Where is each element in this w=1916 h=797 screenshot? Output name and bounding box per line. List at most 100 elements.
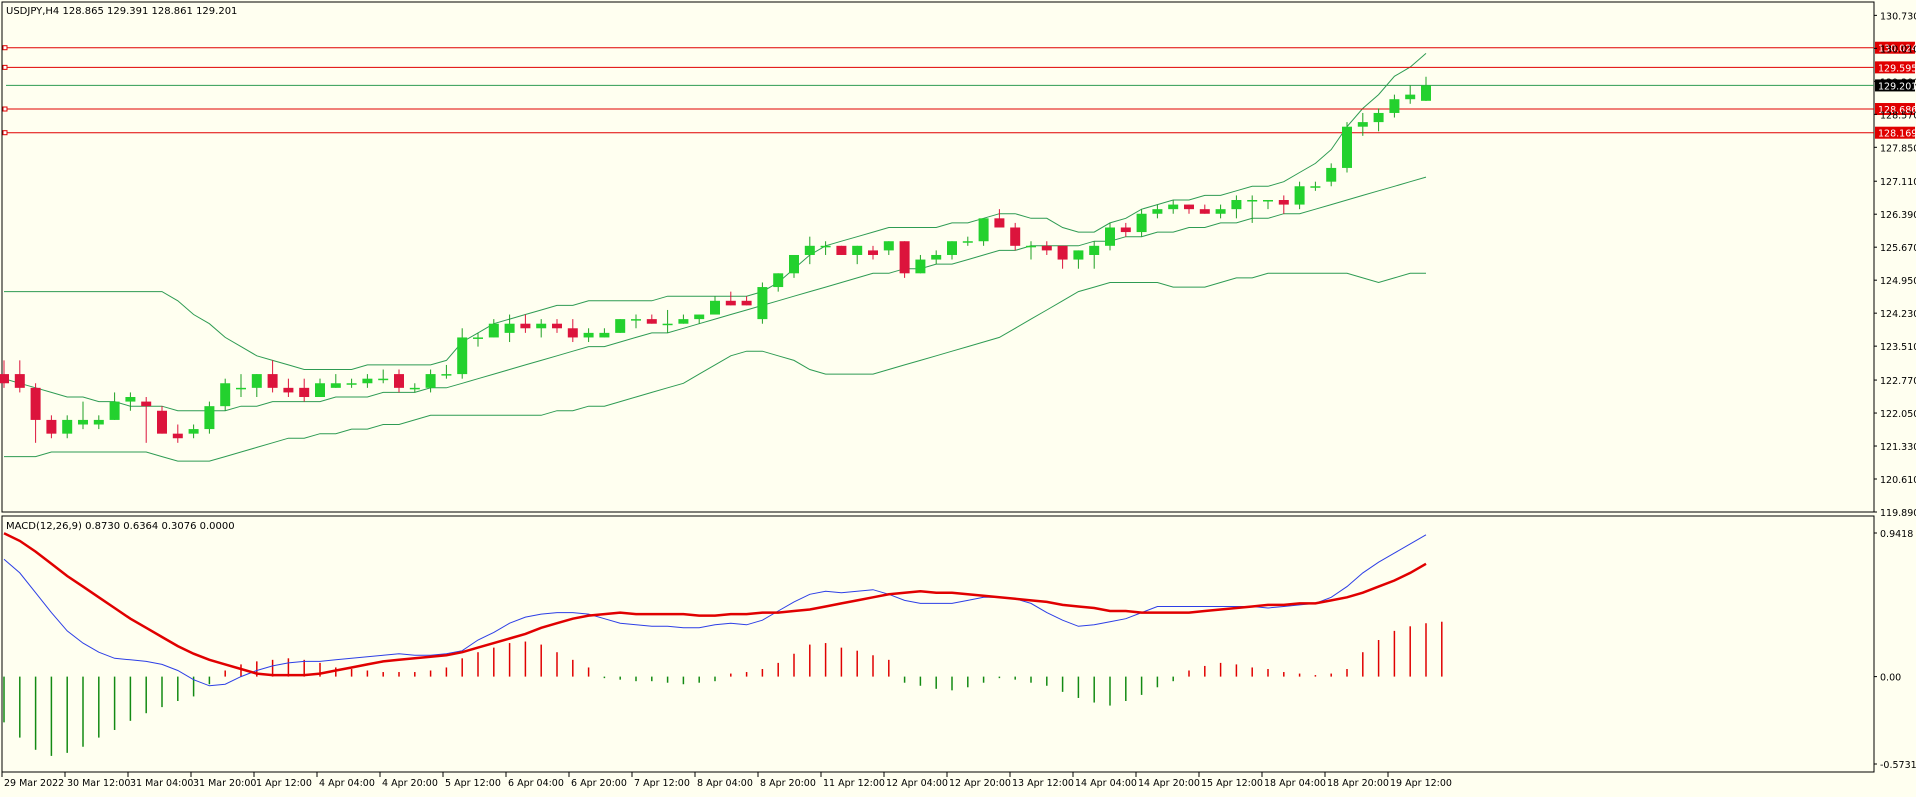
- candle-body: [1357, 122, 1368, 127]
- level-handle: [2, 130, 8, 136]
- time-tick-label: 6 Apr 20:00: [571, 778, 627, 789]
- candle-body: [1089, 245, 1100, 255]
- candle-body: [330, 383, 341, 388]
- time-tick-label: 12 Apr 20:00: [949, 778, 1011, 789]
- candle-body: [931, 254, 942, 260]
- candle-body: [915, 259, 926, 274]
- macd-tick-label: 0.9418: [1880, 529, 1913, 540]
- candle-body: [694, 314, 705, 320]
- candle-body: [283, 387, 294, 393]
- time-tick-label: 14 Apr 20:00: [1138, 778, 1200, 789]
- candle-body: [1247, 200, 1258, 202]
- candle-body: [852, 245, 863, 255]
- price-tick-label: 121.330: [1880, 442, 1916, 453]
- candle-body: [1373, 112, 1384, 123]
- candle-body: [78, 419, 88, 425]
- candle-body: [315, 383, 325, 398]
- candle-body: [1215, 209, 1226, 214]
- candle-body: [536, 323, 547, 329]
- candle-body: [741, 300, 752, 306]
- level-handle: [2, 106, 8, 112]
- level-price-label: 128.169: [1878, 129, 1916, 140]
- candle-body: [836, 245, 847, 255]
- candle-body: [820, 245, 831, 248]
- candle-body: [141, 401, 152, 407]
- time-tick-label: 30 Mar 12:00: [67, 778, 130, 789]
- level-handle: [2, 45, 8, 51]
- time-tick-label: 11 Apr 12:00: [823, 778, 885, 789]
- candle-body: [93, 419, 104, 425]
- candle-body: [62, 419, 73, 434]
- candle-body: [567, 328, 578, 338]
- macd-tick-label: -0.5731: [1880, 760, 1916, 771]
- candle-body: [30, 387, 41, 420]
- time-tick-label: 14 Apr 04:00: [1075, 778, 1137, 789]
- candle-body: [488, 323, 499, 338]
- time-tick-label: 12 Apr 04:00: [886, 778, 948, 789]
- candle-body: [251, 374, 262, 388]
- candle-body: [583, 332, 594, 338]
- candle-body: [157, 410, 167, 434]
- candle-body: [425, 374, 436, 388]
- time-tick-label: 31 Mar 20:00: [193, 778, 256, 789]
- candle-body: [1073, 250, 1084, 260]
- candle-body: [299, 387, 310, 398]
- candle-body: [1168, 204, 1179, 210]
- trading-chart[interactable]: USDJPY,H4 128.865 129.391 128.861 129.20…: [0, 0, 1916, 793]
- time-tick-label: 29 Mar 2022: [4, 778, 64, 789]
- time-tick-label: 4 Apr 04:00: [319, 778, 375, 789]
- candle-body: [1010, 227, 1021, 246]
- candle-body: [1278, 200, 1289, 205]
- candle-body: [646, 319, 657, 324]
- candle-body: [172, 433, 183, 439]
- candle-body: [409, 387, 420, 390]
- candle-body: [378, 378, 389, 381]
- candle-body: [978, 218, 989, 242]
- candle-body: [1136, 213, 1147, 233]
- price-tick-label: 125.670: [1880, 243, 1916, 254]
- candle-body: [236, 387, 246, 390]
- candle-body: [899, 241, 910, 274]
- candle-body: [1310, 186, 1321, 188]
- price-tick-label: 122.050: [1880, 409, 1916, 420]
- price-panel-title: USDJPY,H4 128.865 129.391 128.861 129.20…: [6, 6, 237, 17]
- candle-body: [678, 319, 689, 324]
- candle-body: [962, 241, 973, 243]
- candle-body: [1120, 227, 1131, 233]
- candle-body: [109, 401, 120, 420]
- price-tick-label: 127.110: [1880, 177, 1916, 188]
- time-tick-label: 4 Apr 20:00: [382, 778, 438, 789]
- candle-body: [599, 332, 610, 338]
- candle-body: [1041, 245, 1052, 251]
- candle-body: [362, 378, 373, 384]
- candle-body: [188, 429, 199, 434]
- price-tick-label: 126.390: [1880, 210, 1916, 221]
- candle-body: [346, 383, 357, 385]
- candle-body: [1184, 204, 1194, 210]
- price-tick-label: 122.770: [1880, 376, 1916, 387]
- chart-svg[interactable]: USDJPY,H4 128.865 129.391 128.861 129.20…: [0, 0, 1916, 793]
- time-tick-label: 6 Apr 04:00: [508, 778, 564, 789]
- time-tick-label: 8 Apr 04:00: [697, 778, 753, 789]
- candle-body: [0, 374, 9, 384]
- candle-body: [883, 241, 894, 251]
- candle-body: [1057, 245, 1068, 260]
- candle-body: [1294, 186, 1305, 205]
- candle-body: [1342, 126, 1352, 168]
- price-tick-label: 130.010: [1880, 44, 1916, 55]
- candle-body: [1026, 245, 1036, 248]
- candle-body: [662, 323, 673, 326]
- candle-body: [789, 254, 799, 274]
- time-tick-label: 7 Apr 12:00: [634, 778, 690, 789]
- candle-body: [773, 273, 784, 288]
- price-tick-label: 120.610: [1880, 475, 1916, 486]
- candle-body: [1105, 227, 1115, 246]
- price-tick-label: 124.950: [1880, 276, 1916, 287]
- candle-body: [46, 419, 57, 434]
- candle-body: [14, 374, 25, 388]
- time-tick-label: 18 Apr 04:00: [1264, 778, 1326, 789]
- candle-body: [267, 374, 278, 388]
- candle-body: [457, 337, 468, 375]
- price-tick-label: 130.730: [1880, 11, 1916, 22]
- price-tick-label: 119.890: [1880, 508, 1916, 519]
